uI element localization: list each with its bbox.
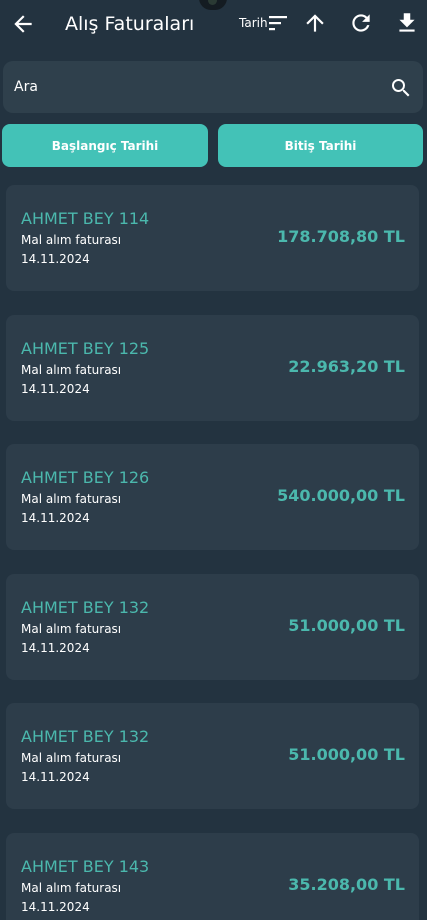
- invoice-card[interactable]: AHMET BEY 125 Mal alım faturası 14.11.20…: [6, 315, 419, 421]
- download-button[interactable]: [394, 10, 420, 36]
- invoice-description: Mal alım faturası: [21, 233, 122, 247]
- end-date-button[interactable]: Bitiş Tarihi: [218, 124, 423, 167]
- invoice-description: Mal alım faturası: [21, 881, 122, 895]
- invoice-description: Mal alım faturası: [21, 363, 122, 377]
- search-input[interactable]: [14, 77, 374, 97]
- invoice-card[interactable]: AHMET BEY 114 Mal alım faturası 14.11.20…: [6, 185, 419, 291]
- start-date-button[interactable]: Başlangıç Tarihi: [2, 124, 208, 167]
- invoice-name: AHMET BEY 143: [21, 857, 150, 876]
- invoice-card[interactable]: AHMET BEY 132 Mal alım faturası 14.11.20…: [6, 703, 419, 809]
- invoice-name: AHMET BEY 125: [21, 339, 150, 358]
- refresh-icon: [352, 14, 370, 32]
- invoice-name: AHMET BEY 132: [21, 598, 150, 617]
- invoice-card[interactable]: AHMET BEY 132 Mal alım faturası 14.11.20…: [6, 574, 419, 680]
- invoice-description: Mal alım faturası: [21, 492, 122, 506]
- invoice-name: AHMET BEY 132: [21, 727, 150, 746]
- invoice-card[interactable]: AHMET BEY 143 Mal alım faturası 14.11.20…: [6, 833, 419, 920]
- invoice-date: 14.11.2024: [21, 511, 90, 525]
- back-button[interactable]: [10, 11, 36, 37]
- invoice-amount: 51.000,00 TL: [288, 745, 405, 764]
- sort-field-label[interactable]: Tarih: [239, 15, 268, 31]
- invoice-date: 14.11.2024: [21, 641, 90, 655]
- search-bar: [3, 61, 423, 113]
- search-icon: [392, 79, 410, 97]
- arrow-left-icon: [14, 15, 32, 33]
- invoice-name: AHMET BEY 126: [21, 468, 150, 487]
- invoice-card[interactable]: AHMET BEY 126 Mal alım faturası 14.11.20…: [6, 444, 419, 550]
- invoice-amount: 540.000,00 TL: [277, 486, 405, 505]
- page-title: Alış Faturaları: [65, 13, 195, 35]
- invoice-date: 14.11.2024: [21, 252, 90, 266]
- invoice-date: 14.11.2024: [21, 900, 90, 914]
- invoice-amount: 178.708,80 TL: [277, 227, 405, 246]
- invoice-date: 14.11.2024: [21, 770, 90, 784]
- invoice-amount: 51.000,00 TL: [288, 616, 405, 635]
- sort-direction-button[interactable]: [302, 10, 328, 36]
- refresh-button[interactable]: [348, 10, 374, 36]
- start-date-label: Başlangıç Tarihi: [51, 138, 159, 153]
- invoice-amount: 35.208,00 TL: [288, 875, 405, 894]
- invoice-amount: 22.963,20 TL: [288, 357, 405, 376]
- app-bar: Alış Faturaları Tarih: [0, 0, 427, 48]
- download-icon: [399, 13, 415, 32]
- end-date-label: Bitiş Tarihi: [284, 138, 357, 153]
- invoice-name: AHMET BEY 114: [21, 209, 150, 228]
- invoice-description: Mal alım faturası: [21, 751, 122, 765]
- search-button[interactable]: [389, 76, 413, 100]
- arrow-up-icon: [306, 14, 324, 32]
- invoice-description: Mal alım faturası: [21, 622, 122, 636]
- sort-button[interactable]: [268, 14, 290, 32]
- invoice-date: 14.11.2024: [21, 382, 90, 396]
- sort-lines-icon: [269, 16, 287, 31]
